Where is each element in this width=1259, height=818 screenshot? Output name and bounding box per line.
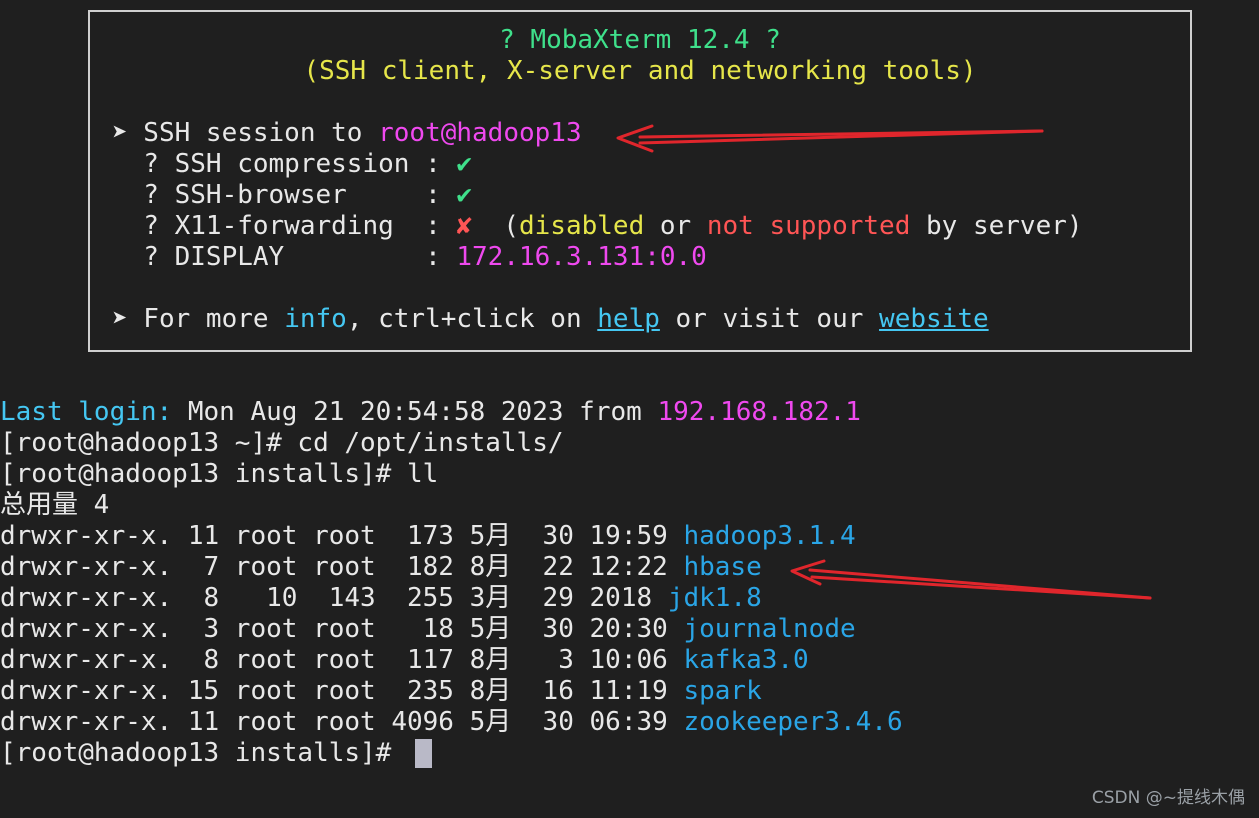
- arrow-to-session-target-icon: [616, 124, 1044, 153]
- arrow-to-hbase-icon: [790, 559, 1152, 600]
- watermark: CSDN @~提线木偶: [1091, 788, 1245, 808]
- annotation-arrows: [616, 124, 1152, 600]
